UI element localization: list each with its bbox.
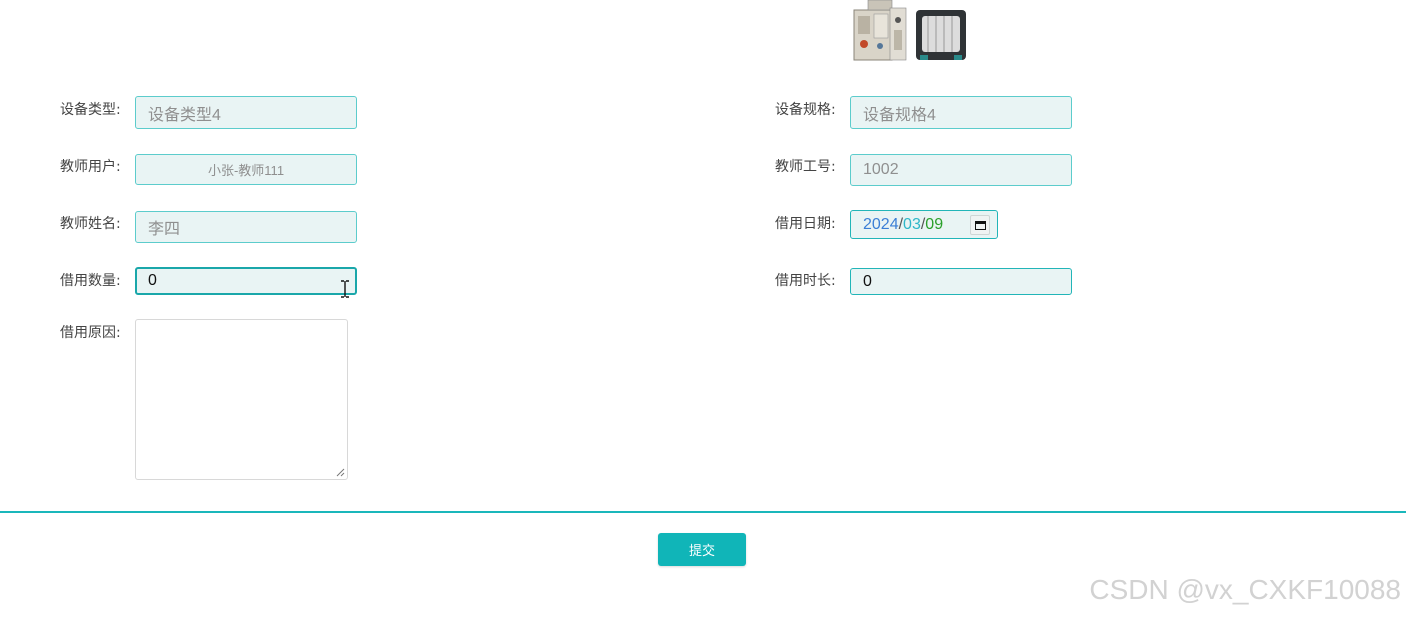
device-type-label: 设备类型: [60, 102, 121, 118]
equipment-image [853, 0, 966, 61]
teacher-id-label: 教师工号: [775, 159, 836, 175]
watermark: CSDN @vx_CXKF10088 [1089, 574, 1401, 605]
borrow-qty-field[interactable]: 0 [135, 267, 357, 295]
teacher-user-label: 教师用户: [60, 159, 121, 175]
borrow-qty-label: 借用数量: [60, 273, 121, 289]
form-divider [0, 511, 1406, 513]
borrow-reason-label: 借用原因: [60, 325, 121, 341]
teacher-id-field[interactable]: 1002 [850, 154, 1072, 186]
device-spec-value: 设备规格4 [863, 106, 936, 124]
borrow-date-label: 借用日期: [775, 216, 836, 232]
device-spec-field[interactable]: 设备规格4 [850, 96, 1072, 129]
device-spec-label: 设备规格: [775, 102, 836, 118]
borrow-reason-textarea[interactable] [135, 319, 348, 480]
date-year[interactable]: 2024 [863, 216, 899, 234]
device-type-field[interactable]: 设备类型4 [135, 96, 357, 129]
borrow-duration-value: 0 [863, 272, 872, 290]
borrow-duration-field[interactable]: 0 [850, 268, 1072, 295]
date-day[interactable]: 09 [925, 216, 943, 234]
borrow-qty-value: 0 [148, 272, 157, 289]
teacher-name-field[interactable]: 李四 [135, 211, 357, 243]
teacher-name-label: 教师姓名: [60, 216, 121, 232]
teacher-name-value: 李四 [148, 221, 181, 238]
teacher-user-value: 小张-教师111 [207, 163, 285, 178]
text-cursor-icon [341, 280, 349, 298]
resize-grip-icon[interactable] [336, 468, 345, 477]
borrow-duration-label: 借用时长: [775, 273, 836, 289]
borrow-date-input[interactable]: 2024/03/09 [850, 210, 998, 239]
teacher-user-select[interactable]: 小张-教师111 [135, 154, 357, 185]
date-month[interactable]: 03 [903, 216, 921, 234]
device-type-value: 设备类型4 [148, 106, 221, 124]
teacher-id-value: 1002 [863, 161, 899, 178]
submit-button[interactable]: 提交 [658, 533, 746, 566]
calendar-icon[interactable] [970, 215, 990, 235]
